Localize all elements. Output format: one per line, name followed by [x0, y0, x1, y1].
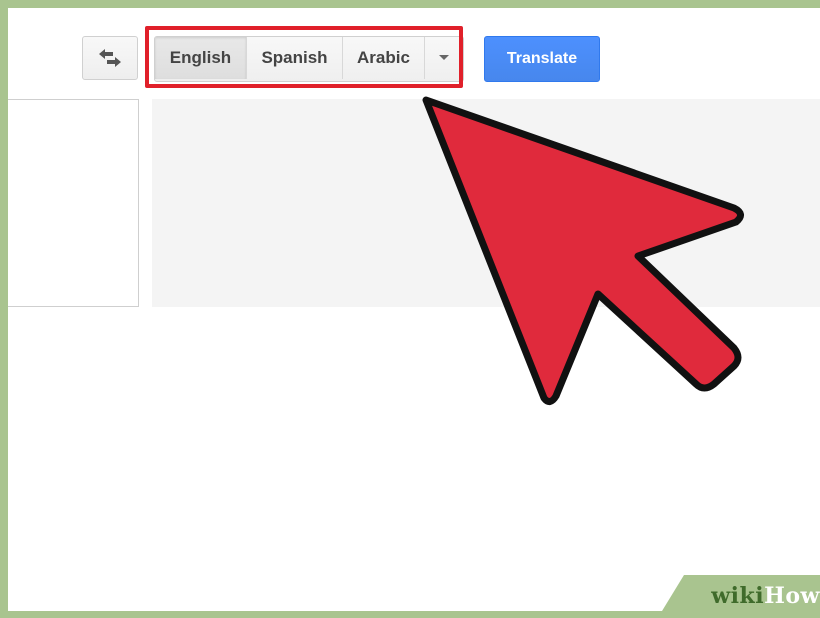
screenshot-frame: English Spanish Arabic Translate wikiHow: [8, 8, 820, 611]
watermark-how: How: [764, 583, 820, 609]
wikihow-watermark: wikiHow: [662, 575, 820, 611]
pointer-arrow-icon: [422, 96, 744, 405]
watermark-wiki: wiki: [711, 583, 765, 609]
